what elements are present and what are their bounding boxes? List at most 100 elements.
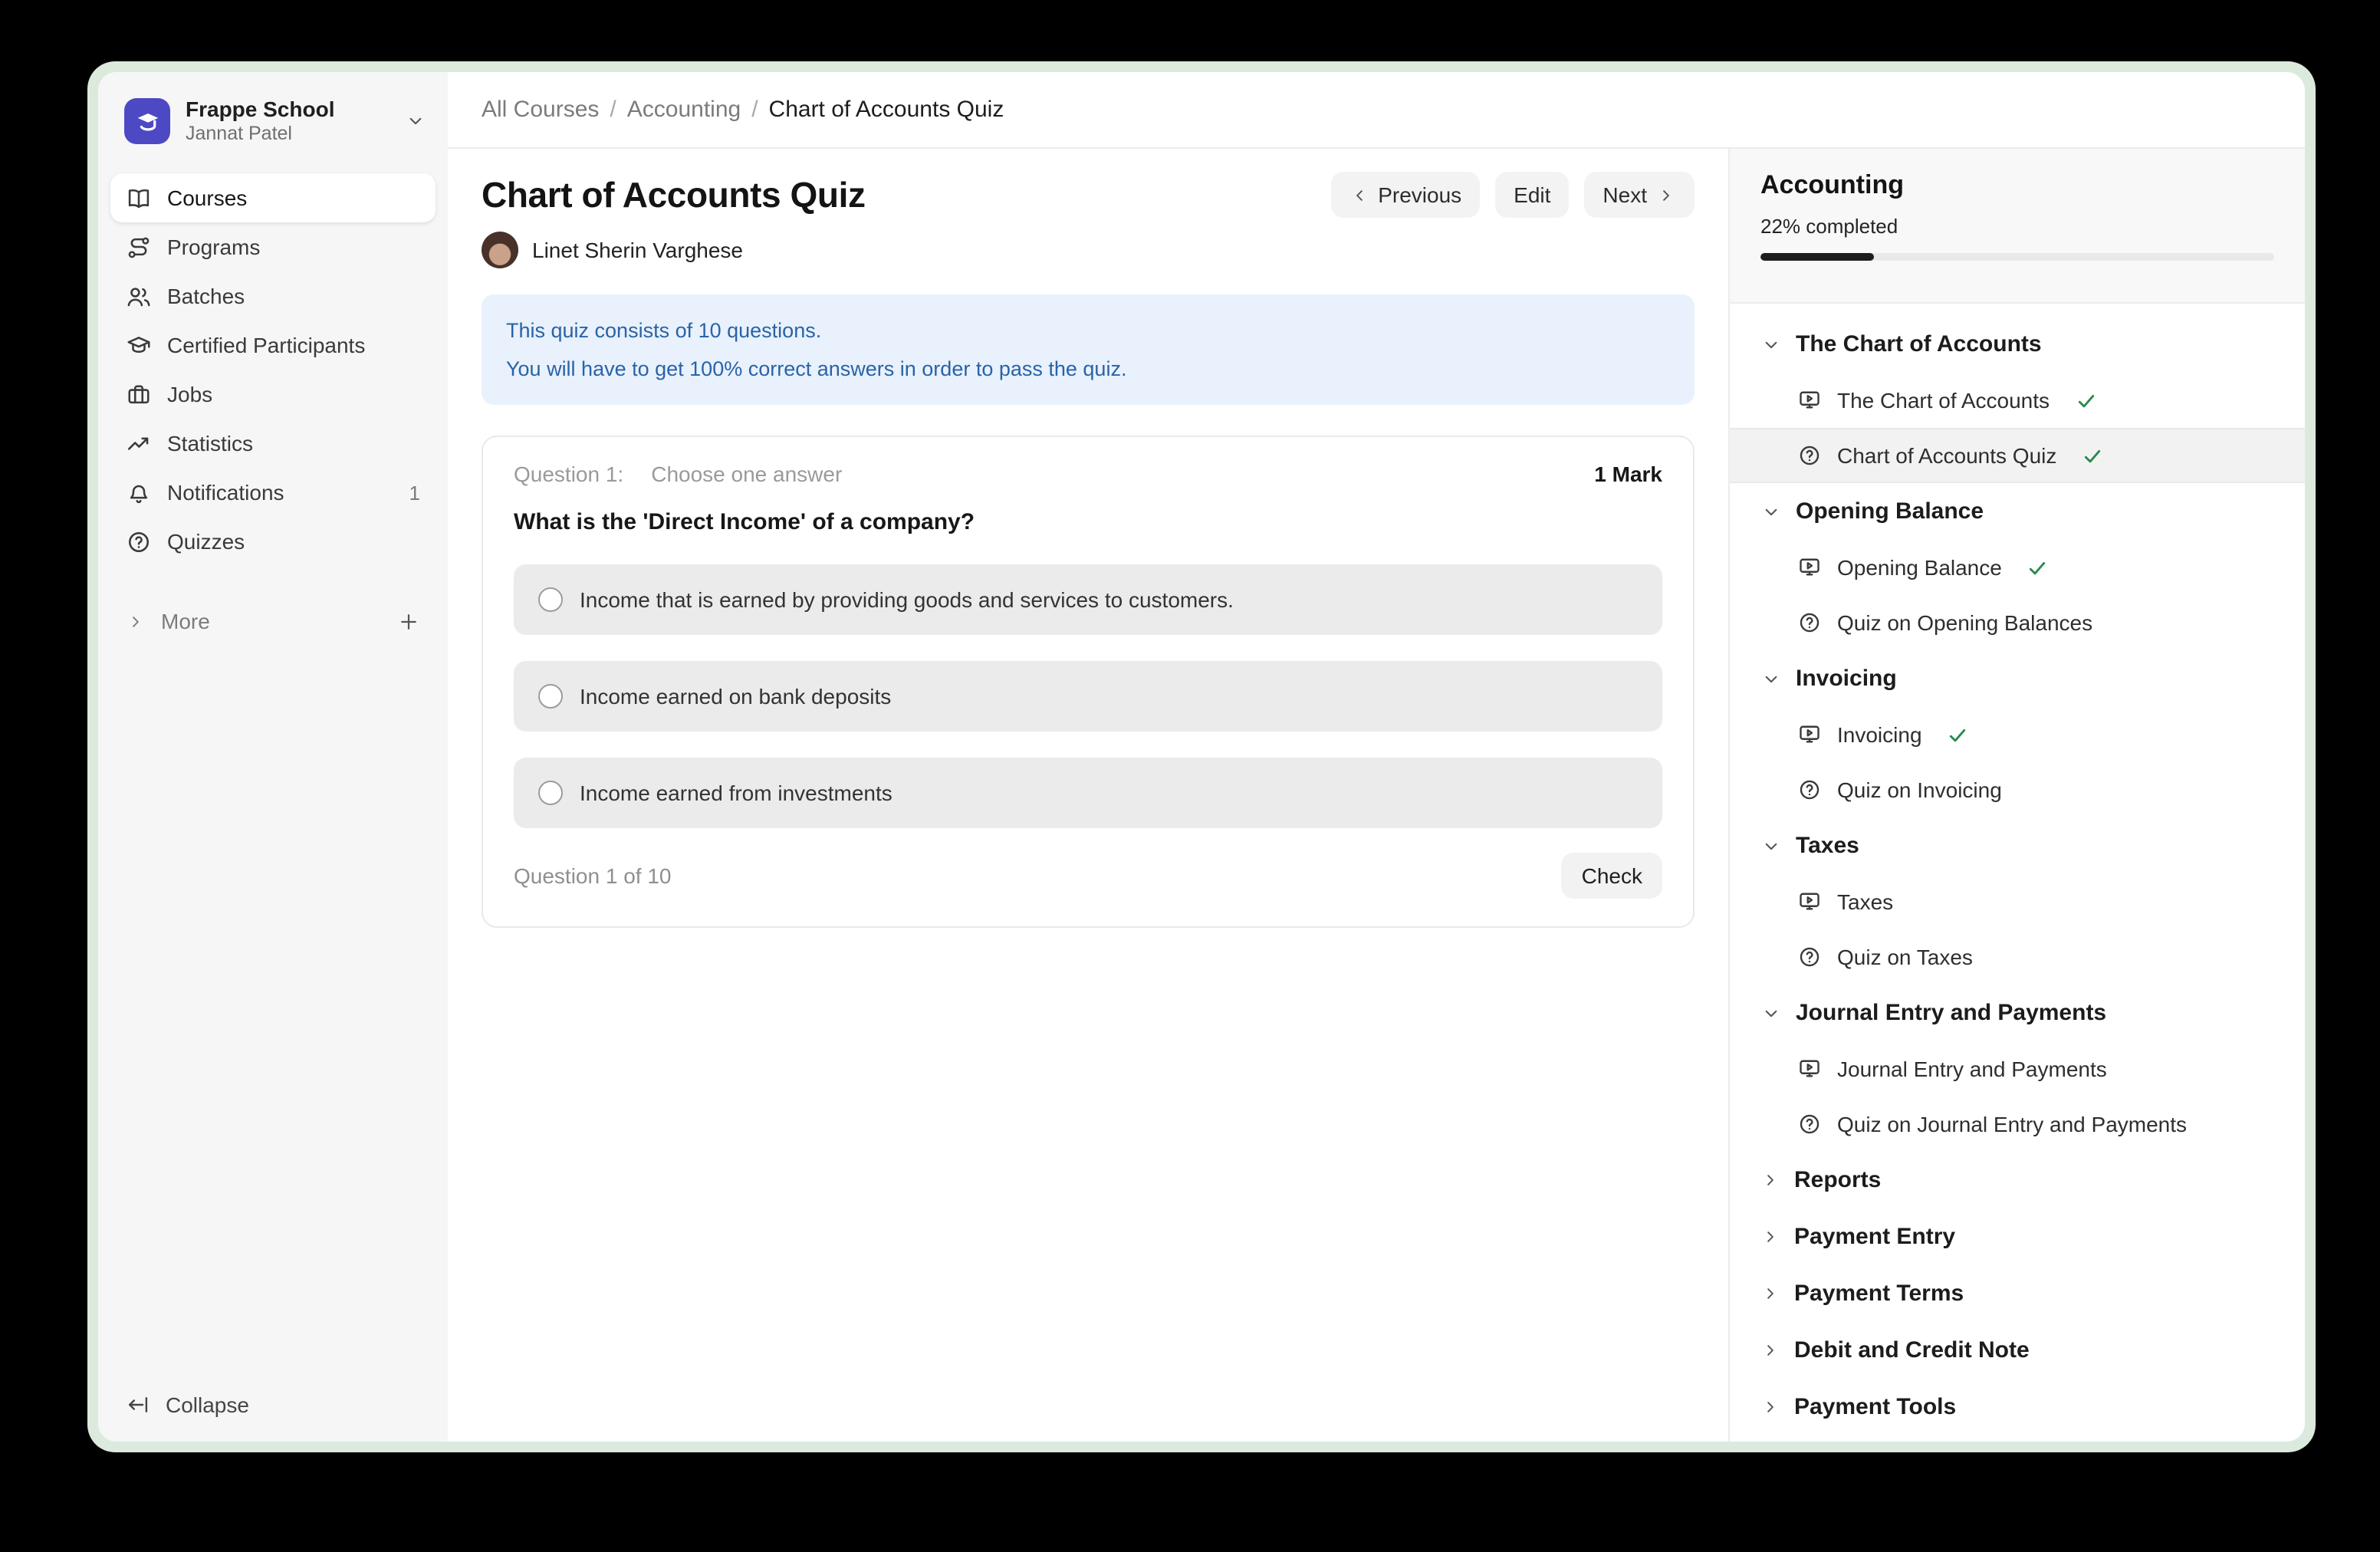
lesson-journal-entry-and-payments[interactable]: Journal Entry and Payments (1730, 1041, 2305, 1097)
question-progress: Question 1 of 10 (514, 863, 672, 888)
lesson-title: Journal Entry and Payments (1837, 1057, 2107, 1081)
sidebar-item-label: Certified Participants (167, 333, 365, 357)
trending-up-icon (126, 430, 152, 456)
collapse-label: Collapse (166, 1393, 249, 1417)
sidebar-item-programs[interactable]: Programs (110, 222, 436, 271)
question-text: What is the 'Direct Income' of a company… (514, 509, 1662, 535)
check-button[interactable]: Check (1562, 853, 1662, 899)
collapse-sidebar-button[interactable]: Collapse (98, 1393, 448, 1442)
chevron-down-icon (1760, 334, 1782, 355)
chapter-title: Opening Balance (1796, 498, 1984, 524)
sidebar-item-label: Statistics (167, 431, 253, 455)
video-lesson-icon (1797, 555, 1822, 580)
chapter-journal-entry-and-payments[interactable]: Journal Entry and Payments (1730, 985, 2305, 1041)
course-progress-header: Accounting 22% completed (1730, 149, 2305, 304)
chevron-right-icon (1656, 185, 1676, 205)
lesson-title: Chart of Accounts Quiz (1837, 443, 2056, 468)
answer-option-label: Income earned on bank deposits (580, 684, 891, 709)
quiz-nav-buttons: Previous Edit Next (1330, 172, 1695, 218)
more-label: More (161, 609, 210, 633)
chapter-reports[interactable]: Reports (1730, 1152, 2305, 1208)
sidebar-item-more[interactable]: More (110, 597, 436, 646)
lesson-the-chart-of-accounts[interactable]: The Chart of Accounts (1730, 373, 2305, 428)
edit-button[interactable]: Edit (1495, 172, 1569, 218)
page-title: Chart of Accounts Quiz (482, 174, 866, 215)
notification-count-badge: 1 (409, 481, 420, 504)
video-lesson-icon (1797, 722, 1822, 747)
options-list: Income that is earned by providing goods… (514, 564, 1662, 828)
answer-option-1[interactable]: Income that is earned by providing goods… (514, 564, 1662, 635)
chapter-title: Payment Terms (1794, 1281, 1964, 1307)
sidebar-more-wrap: More (98, 575, 448, 646)
quiz-notice: This quiz consists of 10 questions. You … (482, 294, 1695, 405)
workspace-switcher[interactable]: Frappe School Jannat Patel (98, 72, 448, 164)
chapter-opening-balance[interactable]: Opening Balance (1730, 483, 2305, 540)
app-window: Frappe School Jannat Patel Courses Progra… (98, 72, 2305, 1442)
lesson-taxes[interactable]: Taxes (1730, 874, 2305, 929)
chapter-payment-terms[interactable]: Payment Terms (1730, 1265, 2305, 1322)
sidebar-item-courses[interactable]: Courses (110, 173, 436, 222)
briefcase-icon (126, 381, 152, 407)
main-panel: Chart of Accounts Quiz Previous Edit (448, 149, 1728, 1442)
chapter-title: Invoicing (1796, 666, 1897, 692)
sidebar-item-notifications[interactable]: Notifications 1 (110, 468, 436, 517)
notice-line-1: This quiz consists of 10 questions. (506, 311, 1670, 350)
lesson-title: Invoicing (1837, 722, 1922, 747)
chevron-down-icon (1760, 835, 1782, 857)
video-lesson-icon (1797, 388, 1822, 413)
progress-bar (1760, 253, 2274, 261)
sidebar-nav: Courses Programs Batches Certified Particip… (98, 173, 448, 566)
lesson-quiz-on-journal-entry-and-payments[interactable]: Quiz on Journal Entry and Payments (1730, 1097, 2305, 1152)
video-lesson-icon (1797, 1057, 1822, 1081)
chapter-payment-entry[interactable]: Payment Entry (1730, 1208, 2305, 1265)
avatar (482, 232, 518, 268)
brand-text: Frappe School Jannat Patel (186, 97, 334, 146)
quiz-icon (1797, 778, 1822, 802)
lesson-opening-balance[interactable]: Opening Balance (1730, 540, 2305, 595)
lesson-quiz-on-opening-balances[interactable]: Quiz on Opening Balances (1730, 595, 2305, 650)
sidebar-item-quizzes[interactable]: Quizzes (110, 517, 436, 566)
lesson-quiz-on-invoicing[interactable]: Quiz on Invoicing (1730, 762, 2305, 817)
chevron-down-icon[interactable] (405, 110, 426, 132)
author-name: Linet Sherin Varghese (532, 238, 743, 262)
answer-option-label: Income that is earned by providing goods… (580, 587, 1234, 612)
sidebar-item-label: Notifications (167, 480, 284, 505)
answer-option-2[interactable]: Income earned on bank deposits (514, 661, 1662, 732)
chapter-invoicing[interactable]: Invoicing (1730, 650, 2305, 707)
check-icon (1947, 723, 1970, 746)
next-button[interactable]: Next (1584, 172, 1695, 218)
sidebar-item-certified-participants[interactable]: Certified Participants (110, 321, 436, 370)
plus-icon[interactable] (397, 610, 420, 633)
chapter-title: Reports (1794, 1167, 1881, 1193)
lesson-chart-of-accounts-quiz[interactable]: Chart of Accounts Quiz (1730, 428, 2305, 483)
radio-button[interactable] (538, 684, 563, 709)
check-icon (2081, 444, 2104, 467)
chapter-the-chart-of-accounts[interactable]: The Chart of Accounts (1730, 316, 2305, 373)
chevron-right-icon (1760, 1340, 1780, 1360)
previous-button[interactable]: Previous (1330, 172, 1480, 218)
chapter-debit-and-credit-note[interactable]: Debit and Credit Note (1730, 1322, 2305, 1379)
quiz-icon (1797, 443, 1822, 468)
quiz-icon (1797, 1112, 1822, 1136)
breadcrumb-all-courses[interactable]: All Courses (482, 97, 599, 123)
sidebar-item-label: Programs (167, 235, 260, 259)
notice-line-2: You will have to get 100% correct answer… (506, 350, 1670, 388)
check-icon (2074, 389, 2097, 412)
breadcrumb-current: Chart of Accounts Quiz (769, 97, 1004, 123)
sidebar-item-batches[interactable]: Batches (110, 271, 436, 321)
answer-option-3[interactable]: Income earned from investments (514, 758, 1662, 828)
chevron-right-icon (1760, 1284, 1780, 1304)
question-instruction: Choose one answer (651, 462, 842, 486)
desktop: Frappe School Jannat Patel Courses Progra… (0, 0, 2380, 1552)
lesson-invoicing[interactable]: Invoicing (1730, 707, 2305, 762)
video-lesson-icon (1797, 889, 1822, 914)
sidebar-item-jobs[interactable]: Jobs (110, 370, 436, 419)
chapter-taxes[interactable]: Taxes (1730, 817, 2305, 874)
radio-button[interactable] (538, 781, 563, 805)
breadcrumb-accounting[interactable]: Accounting (627, 97, 741, 123)
radio-button[interactable] (538, 587, 563, 612)
lesson-quiz-on-taxes[interactable]: Quiz on Taxes (1730, 929, 2305, 985)
sidebar-item-statistics[interactable]: Statistics (110, 419, 436, 468)
chapter-payment-tools[interactable]: Payment Tools (1730, 1379, 2305, 1435)
course-title: Accounting (1760, 170, 2274, 201)
